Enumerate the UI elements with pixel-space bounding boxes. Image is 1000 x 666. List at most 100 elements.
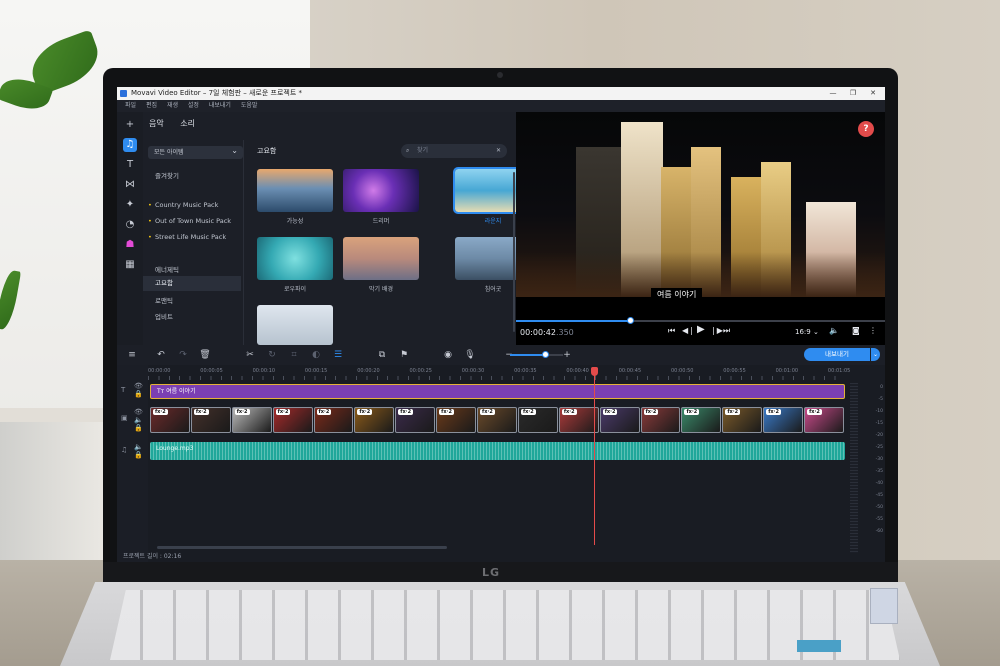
timeline-scrollbar[interactable] (157, 546, 447, 549)
item-filter-select[interactable]: 모든 아이템 (148, 144, 243, 159)
skip-start-icon[interactable]: ⏮ (668, 326, 675, 336)
mute-icon[interactable]: 🔈 (134, 443, 143, 451)
menu-file[interactable]: 파일 (125, 102, 136, 109)
video-clip[interactable]: fx·2 (681, 407, 722, 433)
track-list-icon[interactable]: ≡ (125, 348, 139, 362)
playback-progress[interactable] (516, 317, 885, 324)
rotate-icon[interactable]: ↻ (265, 348, 279, 362)
video-clip[interactable]: fx·2 (477, 407, 517, 433)
help-button[interactable]: ? (858, 121, 874, 137)
aspect-ratio-select[interactable]: 16:9 ⌄ (795, 328, 819, 336)
clip-properties-icon[interactable]: ☰ (331, 348, 345, 362)
lock-icon[interactable]: 🔒 (134, 390, 143, 398)
export-dropdown-icon[interactable]: ⌄ (871, 348, 880, 361)
delete-icon[interactable]: 🗑 (198, 348, 212, 362)
color-icon[interactable]: ◐ (309, 348, 323, 362)
minimize-button[interactable]: — (823, 87, 843, 100)
sticker-icon[interactable]: ☗ (123, 238, 137, 252)
zoom-handle[interactable] (542, 351, 549, 358)
music-title: 드리머 (372, 218, 390, 225)
menu-help[interactable]: 도움말 (241, 102, 258, 109)
overlay-icon[interactable]: ⧉ (375, 348, 389, 362)
skip-end-icon[interactable]: ⏭ (723, 326, 730, 336)
music-thumbnail[interactable] (257, 169, 333, 212)
category-genre[interactable]: 업비트 (155, 311, 173, 321)
more-icon[interactable]: ⋮ (869, 326, 877, 335)
frame-back-icon[interactable]: ◀❘ (682, 326, 695, 335)
menu-settings[interactable]: 설정 (188, 102, 199, 109)
media-panel: 음악 소리 모든 아이템 즐겨찾기 Country Music Pack Out… (143, 112, 533, 345)
category-favorites[interactable]: 즐겨찾기 (155, 170, 179, 180)
video-clip[interactable]: fx·2 (804, 407, 844, 433)
cut-icon[interactable]: ✂ (243, 348, 257, 362)
tool-rail: + ♫ T ⋈ ✦ ◔ ☗ ▦ (117, 112, 143, 345)
crop-icon[interactable]: ⌗ (287, 348, 301, 362)
redo-icon[interactable]: ↷ (176, 348, 190, 362)
video-clip[interactable]: fx·2 (150, 407, 190, 433)
clear-icon[interactable]: ✕ (496, 144, 501, 158)
lock-icon[interactable]: 🔒 (134, 451, 143, 459)
title-clip[interactable]: Tт 여름 이야기 (150, 384, 845, 399)
frame-forward-icon[interactable]: ❘▶ (710, 326, 723, 335)
category-pack[interactable]: Out of Town Music Pack (148, 217, 231, 225)
video-clip[interactable]: fx·2 (395, 407, 436, 433)
menu-export[interactable]: 내보내기 (209, 102, 231, 109)
music-icon[interactable]: ♫ (123, 138, 137, 152)
zoom-fill (510, 354, 545, 356)
laptop-badge (797, 640, 841, 652)
menu-edit[interactable]: 편집 (146, 102, 157, 109)
transition-icon[interactable]: ⋈ (123, 178, 137, 192)
filter-icon[interactable]: ◔ (123, 218, 137, 232)
tab-sound[interactable]: 소리 (180, 119, 195, 128)
tab-music[interactable]: 음악 (149, 119, 164, 128)
category-genre[interactable]: 로맨틱 (155, 295, 173, 305)
video-clip[interactable]: fx·2 (599, 407, 640, 433)
panel-scrollbar[interactable] (513, 172, 515, 332)
video-clip[interactable]: fx·2 (640, 407, 681, 433)
playhead[interactable] (594, 369, 595, 545)
video-clip[interactable]: fx·2 (272, 407, 313, 433)
audio-clip[interactable]: Lounge.mp3 (150, 442, 845, 460)
video-clip[interactable]: fx·2 (763, 407, 804, 433)
mute-icon[interactable]: 🔈 (134, 416, 143, 424)
music-thumbnail[interactable] (343, 169, 419, 212)
video-clip[interactable]: fx·2 (313, 407, 354, 433)
video-clip[interactable]: fx·2 (190, 407, 231, 433)
close-button[interactable]: ✕ (863, 87, 883, 100)
play-icon[interactable]: ▶ (697, 324, 705, 335)
category-genre-selected[interactable]: 고요함 (143, 276, 241, 291)
zoom-slider[interactable] (510, 351, 563, 358)
undo-icon[interactable]: ↶ (154, 348, 168, 362)
snapshot-icon[interactable]: ◙ (852, 326, 860, 335)
zoom-in-icon[interactable]: + (560, 348, 574, 362)
visibility-icon[interactable]: 👁 (134, 408, 143, 416)
marker-icon[interactable]: ⚑ (397, 348, 411, 362)
category-pack[interactable]: Country Music Pack (148, 201, 218, 209)
lg-logo: LG (482, 566, 501, 579)
visibility-icon[interactable]: 👁 (134, 382, 143, 390)
plus-icon[interactable]: + (123, 118, 137, 132)
video-clip[interactable]: fx·2 (558, 407, 599, 433)
export-button[interactable]: 내보내기 (804, 348, 870, 361)
video-clip[interactable]: fx·2 (231, 407, 272, 433)
lock-icon[interactable]: 🔒 (134, 424, 143, 432)
video-clip[interactable]: fx·2 (436, 407, 477, 433)
webcam-record-icon[interactable]: ◉ (441, 348, 455, 362)
maximize-button[interactable]: ❐ (843, 87, 863, 100)
progress-handle[interactable] (627, 317, 635, 324)
microphone-icon[interactable]: 🎙 (463, 348, 477, 362)
music-thumbnail[interactable] (343, 237, 419, 280)
video-clip[interactable]: fx·2 (517, 407, 558, 433)
volume-icon[interactable]: 🔈 (829, 326, 839, 335)
music-thumbnail[interactable] (257, 237, 333, 280)
text-icon[interactable]: T (123, 158, 137, 172)
search-input[interactable]: ⌕ 찾기 ✕ (401, 144, 507, 158)
video-clip[interactable]: fx·2 (354, 407, 395, 433)
category-genre[interactable]: 에너제틱 (155, 264, 179, 274)
music-thumbnail[interactable] (257, 305, 333, 345)
effects-icon[interactable]: ✦ (123, 198, 137, 212)
video-clip[interactable]: fx·2 (722, 407, 763, 433)
category-pack[interactable]: Street Life Music Pack (148, 233, 226, 241)
grid-icon[interactable]: ▦ (123, 258, 137, 272)
menu-play[interactable]: 재생 (167, 102, 178, 109)
